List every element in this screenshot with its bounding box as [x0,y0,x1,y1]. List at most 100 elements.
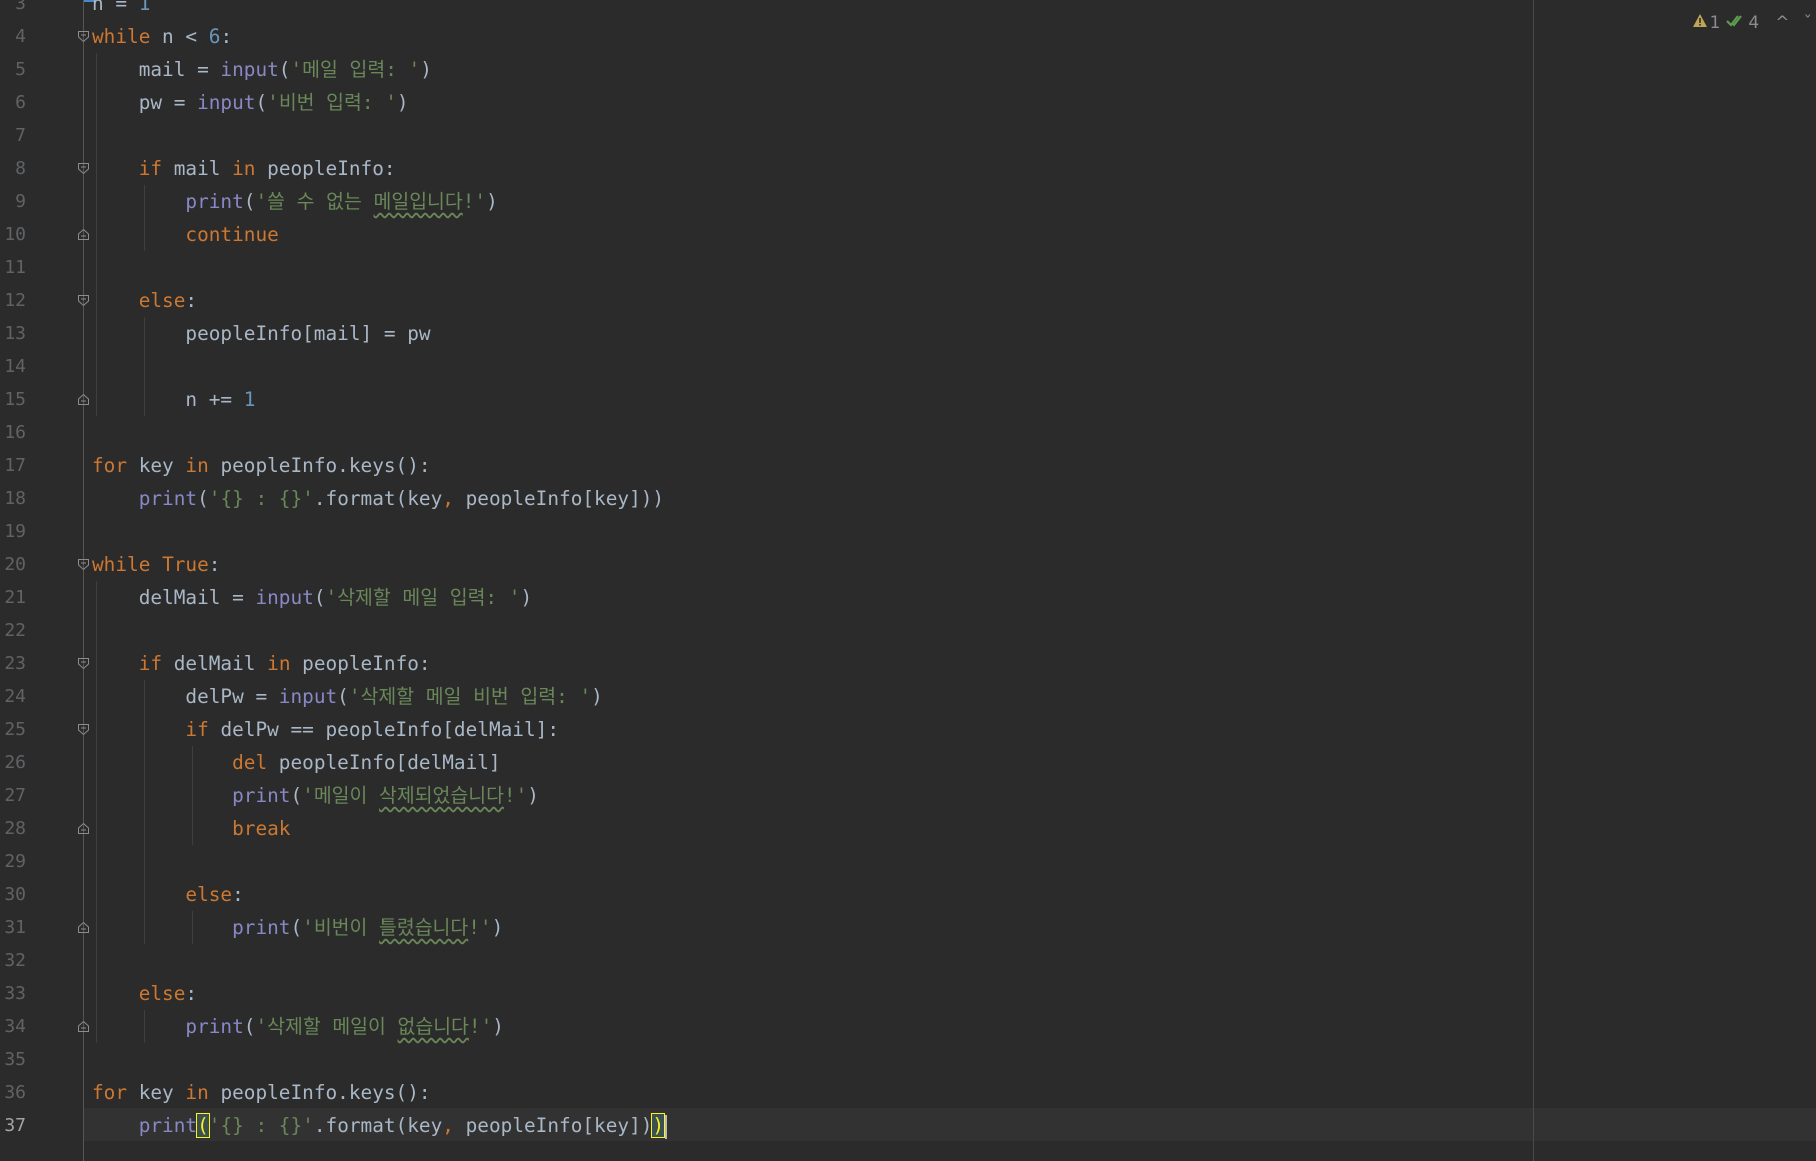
fold-collapse-icon[interactable] [77,294,90,307]
code-line[interactable]: 3 n = 1 [0,0,1816,20]
code-text[interactable]: else: [92,878,244,911]
code-token: in [232,157,256,180]
previous-highlight-button[interactable]: ^ [1775,13,1789,33]
code-line[interactable]: 13 peopleInfo[mail] = pw [0,317,1816,350]
code-line[interactable]: 21 delMail = input('삭제할 메일 입력: ') [0,581,1816,614]
code-line[interactable]: 8 if mail in peopleInfo: [0,152,1816,185]
line-number: 5 [15,59,26,80]
code-text[interactable]: for key in peopleInfo.keys(): [92,1076,431,1109]
code-text[interactable]: pw = input('비번 입력: ') [92,86,409,119]
code-text[interactable]: print('메일이 삭제되었습니다!') [92,779,539,812]
fold-end-icon[interactable] [77,1020,90,1033]
code-token: '쓸 수 없는 [255,190,374,213]
code-line[interactable]: 25 if delPw == peopleInfo[delMail]: [0,713,1816,746]
code-token: 1 [243,388,256,411]
code-text[interactable]: else: [92,977,197,1010]
fold-end-icon[interactable] [77,822,90,835]
code-line[interactable]: 6 pw = input('비번 입력: ') [0,86,1816,119]
code-token: mail [162,157,233,180]
fold-end-icon[interactable] [77,921,90,934]
code-line[interactable]: 32 [0,944,1816,977]
code-line[interactable]: 29 [0,845,1816,878]
code-line[interactable]: 14 [0,350,1816,383]
code-token: in [185,454,209,477]
fold-collapse-icon[interactable] [77,30,90,43]
code-line[interactable]: 26 del peopleInfo[delMail] [0,746,1816,779]
code-line[interactable]: 30 else: [0,878,1816,911]
code-editor[interactable]: 3n = 1 4 while n < 6: 5 mail = input('메일 입력… [0,0,1816,1161]
line-number: 24 [4,686,26,707]
code-line[interactable]: 7 [0,119,1816,152]
line-number: 33 [4,983,26,1004]
code-token: ) [486,190,498,213]
line-number: 9 [15,191,26,212]
next-highlight-button[interactable]: ˇ [1804,13,1813,33]
code-line[interactable]: 15 n += 1 [0,383,1816,416]
code-token: del [232,751,268,774]
code-text[interactable]: print('{} : {}'.format(key, peopleInfo[k… [92,482,664,515]
code-line[interactable]: 22 [0,614,1816,647]
code-token: ( [197,487,209,510]
code-line[interactable]: 35 [0,1043,1816,1076]
code-line[interactable]: 16 [0,416,1816,449]
code-token: : [232,883,244,906]
code-text[interactable]: else: [92,284,197,317]
code-text[interactable]: for key in peopleInfo.keys(): [92,449,431,482]
code-line[interactable]: 10 continue [0,218,1816,251]
fold-collapse-icon[interactable] [77,558,90,571]
code-line[interactable]: 23 if delMail in peopleInfo: [0,647,1816,680]
code-text[interactable]: delMail = input('삭제할 메일 입력: ') [92,581,532,614]
code-line[interactable]: 4 while n < 6: [0,20,1816,53]
warning-indicator[interactable]: 1 [1692,13,1720,33]
code-line[interactable]: 24 delPw = input('삭제할 메일 비번 입력: ') [0,680,1816,713]
inspection-widget[interactable]: 1 4 ^ ˇ [1692,10,1816,36]
code-line[interactable]: 12 else: [0,284,1816,317]
code-token: '{} : {}' [208,1114,314,1137]
code-line[interactable]: 33 else: [0,977,1816,1010]
code-text[interactable]: if mail in peopleInfo: [92,152,396,185]
code-token: peopleInfo.keys(): [208,454,431,477]
fold-end-icon[interactable] [77,393,90,406]
fold-end-icon[interactable] [77,228,90,241]
code-line[interactable]: 18 print('{} : {}'.format(key, peopleInf… [0,482,1816,515]
code-text[interactable]: n = 1 [92,0,150,20]
code-line[interactable]: 11 [0,251,1816,284]
code-text[interactable]: peopleInfo[mail] = pw [92,317,430,350]
code-text[interactable]: continue [92,218,278,251]
code-line[interactable]: 17 for key in peopleInfo.keys(): [0,449,1816,482]
code-token: ) [492,1015,504,1038]
code-line[interactable]: 34 print('삭제할 메일이 없습니다!') [0,1010,1816,1043]
fold-collapse-icon[interactable] [77,723,90,736]
code-text[interactable]: print('쓸 수 없는 메일입니다!') [92,185,498,218]
fold-collapse-icon[interactable] [77,162,90,175]
code-line[interactable]: 19 [0,515,1816,548]
line-number: 36 [4,1082,26,1103]
code-text[interactable]: while n < 6: [92,20,232,53]
code-token: : [185,982,198,1005]
code-token: key [127,454,186,477]
code-text[interactable]: if delMail in peopleInfo: [92,647,431,680]
code-line[interactable]: 20 while True: [0,548,1816,581]
code-line[interactable]: 5 mail = input('메일 입력: ') [0,53,1816,86]
code-line[interactable]: 28 break [0,812,1816,845]
code-text[interactable]: break [92,812,290,845]
code-token: for [92,454,128,477]
code-text[interactable]: n += 1 [92,383,255,416]
code-text[interactable]: if delPw == peopleInfo[delMail]: [92,713,559,746]
code-text[interactable]: delPw = input('삭제할 메일 비번 입력: ') [92,680,602,713]
weak-warning-indicator[interactable]: 4 [1726,13,1759,33]
code-line[interactable]: 27 print('메일이 삭제되었습니다!') [0,779,1816,812]
code-token: peopleInfo: [290,652,431,675]
code-line[interactable]: 31 print('비번이 틀렸습니다!') [0,911,1816,944]
code-line[interactable]: 36 for key in peopleInfo.keys(): [0,1076,1816,1109]
code-text[interactable]: print('삭제할 메일이 없습니다!') [92,1010,504,1043]
code-text[interactable]: print('{} : {}'.format(key, peopleInfo[k… [92,1109,668,1142]
code-line[interactable]: 9 print('쓸 수 없는 메일입니다!') [0,185,1816,218]
code-text[interactable]: print('비번이 틀렸습니다!') [92,911,503,944]
code-text[interactable]: while True: [92,548,220,581]
fold-collapse-icon[interactable] [77,657,90,670]
code-text[interactable]: mail = input('메일 입력: ') [92,53,432,86]
code-line[interactable]: 37 print('{} : {}'.format(key, peopleInf… [0,1109,1816,1142]
code-text[interactable]: del peopleInfo[delMail] [92,746,501,779]
